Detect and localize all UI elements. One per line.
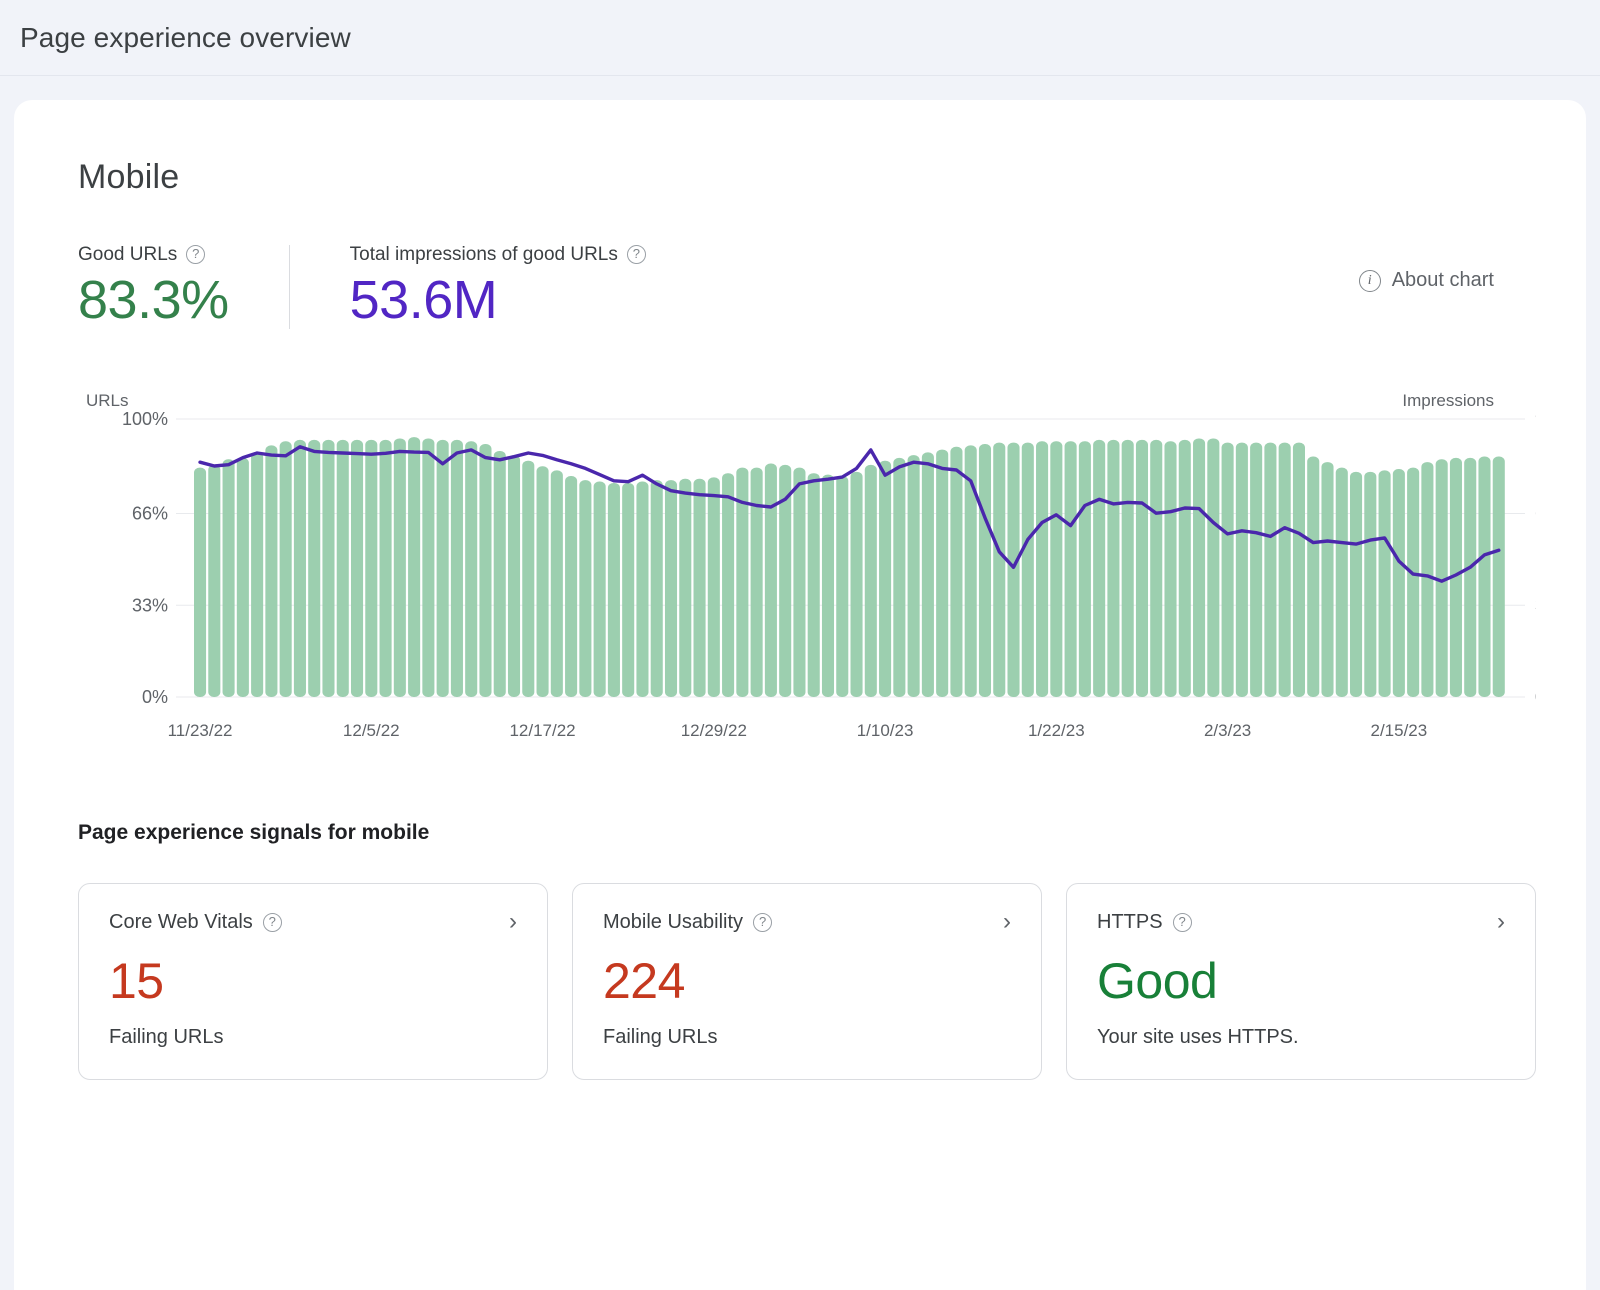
x-axis-tick-label: 1/10/23 <box>857 721 914 741</box>
x-axis-tick-label: 11/23/22 <box>168 721 233 741</box>
metric-impressions: Total impressions of good URLs ? 53.6M <box>289 245 690 329</box>
chevron-right-icon[interactable]: › <box>1003 910 1011 934</box>
signal-card-subtitle: Your site uses HTTPS. <box>1097 1026 1505 1049</box>
signal-card-label: Mobile Usability <box>603 911 743 934</box>
x-axis-tick-label: 2/15/23 <box>1370 721 1427 741</box>
signal-card-core-web-vitals[interactable]: Core Web Vitals ? › 15 Failing URLs <box>78 883 548 1080</box>
device-section-title: Mobile <box>78 158 1536 197</box>
about-chart-label: About chart <box>1392 269 1494 292</box>
svg-text:0: 0 <box>1535 687 1536 707</box>
info-circle-icon: i <box>1359 270 1381 292</box>
x-axis-tick-label: 12/17/22 <box>509 721 575 741</box>
metric-good-urls: Good URLs ? 83.3% <box>78 245 273 329</box>
help-circle-icon[interactable]: ? <box>263 913 282 932</box>
y-axis-title-right: Impressions <box>1402 391 1494 411</box>
top-bar: Page experience overview <box>0 0 1600 76</box>
svg-text:300K: 300K <box>1535 595 1536 615</box>
svg-text:600K: 600K <box>1535 504 1536 524</box>
metric-impressions-label-row: Total impressions of good URLs ? <box>350 245 646 264</box>
x-axis-tick-label: 12/29/22 <box>681 721 747 741</box>
signal-card-subtitle: Failing URLs <box>109 1026 517 1049</box>
x-axis-tick-label: 1/22/23 <box>1028 721 1085 741</box>
help-circle-icon[interactable]: ? <box>753 913 772 932</box>
signal-card-label: HTTPS <box>1097 911 1163 934</box>
about-chart-button[interactable]: i About chart <box>1359 269 1494 292</box>
metric-impressions-value: 53.6M <box>350 272 646 329</box>
x-axis-tick-label: 12/5/22 <box>343 721 400 741</box>
signal-card-header: Core Web Vitals ? › <box>109 910 517 934</box>
page-experience-card: Mobile Good URLs ? 83.3% Total impressio… <box>14 100 1586 1290</box>
help-circle-icon[interactable]: ? <box>186 245 205 264</box>
signal-card-value: Good <box>1097 956 1505 1006</box>
signals-section-title: Page experience signals for mobile <box>78 821 1536 845</box>
metric-good-urls-label: Good URLs <box>78 245 177 264</box>
metric-good-urls-value: 83.3% <box>78 272 229 329</box>
svg-text:900K: 900K <box>1535 409 1536 429</box>
signal-card-https[interactable]: HTTPS ? › Good Your site uses HTTPS. <box>1066 883 1536 1080</box>
svg-text:33%: 33% <box>132 595 168 615</box>
svg-text:100%: 100% <box>122 409 168 429</box>
chevron-right-icon[interactable]: › <box>509 910 517 934</box>
y-axis-title-left: URLs <box>86 391 129 411</box>
metric-good-urls-label-row: Good URLs ? <box>78 245 229 264</box>
page-title: Page experience overview <box>20 22 351 54</box>
help-circle-icon[interactable]: ? <box>627 245 646 264</box>
page-experience-chart: URLs Impressions 0% 0 33% 300K 66% 600K 100% 90… <box>64 391 1536 761</box>
signal-card-mobile-usability[interactable]: Mobile Usability ? › 224 Failing URLs <box>572 883 1042 1080</box>
chart-plot-area: 0% 0 33% 300K 66% 600K 100% 900K <box>64 409 1536 719</box>
signal-card-label: Core Web Vitals <box>109 911 253 934</box>
signal-card-value: 224 <box>603 956 1011 1006</box>
x-axis-tick-label: 2/3/23 <box>1204 721 1251 741</box>
svg-text:0%: 0% <box>142 687 168 707</box>
help-circle-icon[interactable]: ? <box>1173 913 1192 932</box>
signal-card-header: Mobile Usability ? › <box>603 910 1011 934</box>
signal-card-list: Core Web Vitals ? › 15 Failing URLs Mobi… <box>78 883 1536 1080</box>
chevron-right-icon[interactable]: › <box>1497 910 1505 934</box>
signal-card-subtitle: Failing URLs <box>603 1026 1011 1049</box>
svg-text:66%: 66% <box>132 504 168 524</box>
metric-impressions-label: Total impressions of good URLs <box>350 245 618 264</box>
x-axis-tick-labels: 11/23/22 12/5/22 12/17/22 12/29/22 1/10/23 1/… <box>64 721 1536 751</box>
signal-card-header: HTTPS ? › <box>1097 910 1505 934</box>
summary-metrics: Good URLs ? 83.3% Total impressions of g… <box>78 245 1536 365</box>
signal-card-value: 15 <box>109 956 517 1006</box>
